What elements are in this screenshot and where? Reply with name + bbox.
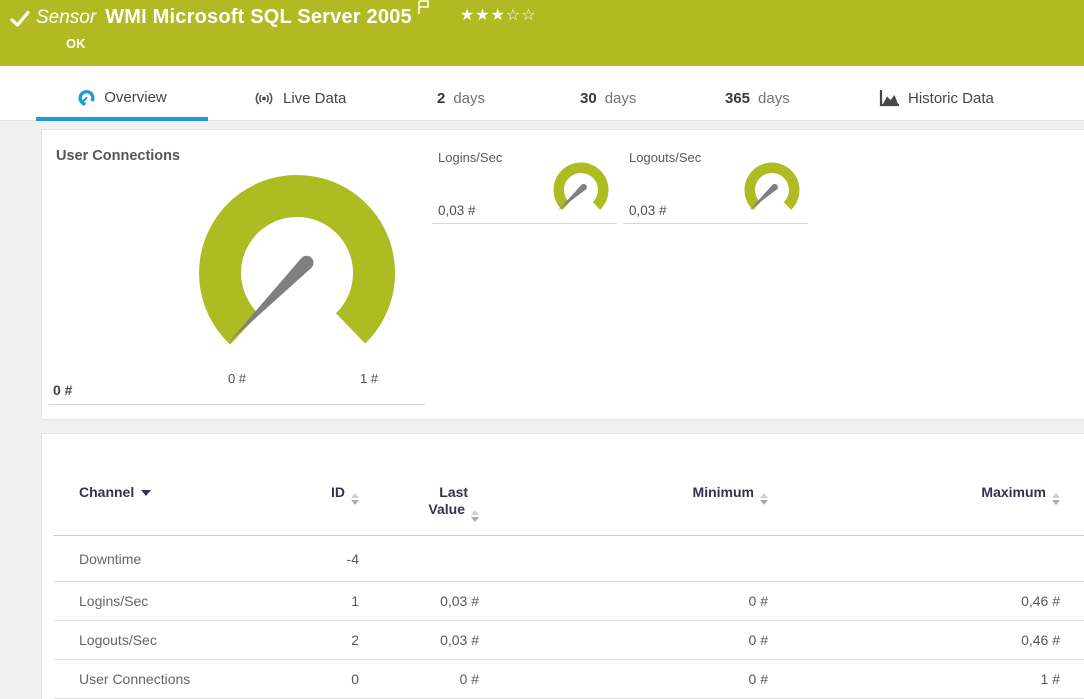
active-tab-underline: [36, 117, 208, 121]
column-header-channel[interactable]: Channel: [79, 484, 279, 521]
channel-last-value: 0,03 #: [359, 593, 479, 609]
gauge-icon: [77, 88, 96, 107]
table-row-logouts-sec[interactable]: Logouts/Sec 2 0,03 # 0 # 0,46 #: [42, 621, 1084, 659]
mini-gauge-logins: Logins/Sec 0,03 #: [432, 130, 617, 224]
channel-minimum: 0 #: [479, 671, 768, 687]
channel-id: 1: [279, 593, 359, 609]
table-row-user-connections[interactable]: User Connections 0 0 # 0 # 1 #: [42, 660, 1084, 698]
column-label: Last: [428, 484, 479, 501]
status-ok-check-icon: [10, 9, 30, 29]
gauge-scale-min: 0 #: [217, 371, 257, 386]
broadcast-icon: [253, 90, 275, 107]
prtg-sensor-page: Sensor WMI Microsoft SQL Server 2005 ★★★…: [0, 0, 1084, 699]
tab-number: 365: [725, 90, 750, 107]
channel-last-value: 0,03 #: [359, 632, 479, 648]
primary-gauge-value: 0 #: [53, 382, 72, 398]
channel-minimum: 0 #: [479, 632, 768, 648]
sensor-title: WMI Microsoft SQL Server 2005: [105, 6, 412, 29]
sort-toggle-icon: [1052, 493, 1060, 505]
channel-id: 0: [279, 671, 359, 687]
priority-flag-icon[interactable]: [417, 0, 430, 15]
logouts-gauge: [742, 160, 804, 218]
column-header-id[interactable]: ID: [279, 484, 359, 521]
sensor-kind-label: Sensor: [36, 7, 96, 29]
channel-name: Logins/Sec: [79, 593, 279, 609]
tab-365-days[interactable]: 365 days: [725, 90, 790, 107]
tab-label: days: [605, 90, 637, 107]
tab-30-days[interactable]: 30 days: [580, 90, 636, 107]
user-connections-gauge: [142, 148, 462, 363]
gauge-scale-max: 1 #: [349, 371, 389, 386]
sensor-status-banner: Sensor WMI Microsoft SQL Server 2005 ★★★…: [0, 0, 1084, 66]
column-label: Value: [428, 501, 465, 517]
channel-maximum: 1 #: [768, 671, 1060, 687]
channel-name: User Connections: [79, 671, 279, 687]
channel-maximum: 0,46 #: [768, 593, 1060, 609]
sort-toggle-icon: [351, 493, 359, 505]
column-header-maximum[interactable]: Maximum: [768, 484, 1060, 521]
channel-last-value: 0 #: [359, 671, 479, 687]
priority-stars[interactable]: ★★★☆☆: [460, 5, 537, 25]
tab-label: days: [453, 90, 485, 107]
logins-gauge: [551, 160, 613, 218]
mini-gauge-value: 0,03 #: [629, 203, 667, 218]
column-header-minimum[interactable]: Minimum: [479, 484, 768, 521]
tab-historic-data[interactable]: Historic Data: [878, 89, 994, 107]
channel-id: 2: [279, 632, 359, 648]
sort-toggle-icon: [760, 493, 768, 505]
channel-name: Downtime: [79, 551, 279, 567]
column-label: Minimum: [693, 484, 754, 500]
sort-desc-icon: [141, 490, 151, 496]
divider: [432, 223, 617, 224]
sensor-status-text: OK: [66, 36, 86, 51]
table-header-row: Channel ID Last Value Minimum Maximum: [42, 434, 1084, 521]
tab-number: 30: [580, 90, 597, 107]
tab-label: Overview: [104, 89, 167, 106]
channel-name: Logouts/Sec: [79, 632, 279, 648]
column-label: Channel: [79, 484, 134, 500]
table-row-logins-sec[interactable]: Logins/Sec 1 0,03 # 0 # 0,46 #: [42, 582, 1084, 620]
tab-number: 2: [437, 90, 445, 107]
mini-gauge-title: Logouts/Sec: [629, 150, 701, 165]
column-label: Maximum: [981, 484, 1046, 500]
tab-label: days: [758, 90, 790, 107]
channel-maximum: 0,46 #: [768, 632, 1060, 648]
area-chart-icon: [878, 89, 900, 107]
column-header-last-value[interactable]: Last Value: [359, 484, 479, 521]
channel-minimum: 0 #: [479, 593, 768, 609]
channels-table-panel: Channel ID Last Value Minimum Maximum Do…: [41, 433, 1084, 699]
divider: [49, 404, 425, 405]
tab-label: Historic Data: [908, 90, 994, 107]
tab-label: Live Data: [283, 90, 346, 107]
mini-gauge-title: Logins/Sec: [438, 150, 502, 165]
sort-toggle-icon: [471, 510, 479, 522]
tab-live-data[interactable]: Live Data: [253, 90, 346, 107]
gauges-panel: User Connections 0 # 1 # 0 # Logins/Sec …: [41, 129, 1084, 420]
tab-2-days[interactable]: 2 days: [437, 90, 485, 107]
column-label: ID: [331, 484, 345, 500]
table-row-downtime[interactable]: Downtime -4: [42, 536, 1084, 581]
divider: [623, 223, 808, 224]
channel-id: -4: [279, 551, 359, 567]
tab-overview[interactable]: Overview: [36, 88, 208, 107]
mini-gauge-logouts: Logouts/Sec 0,03 #: [623, 130, 808, 224]
mini-gauge-value: 0,03 #: [438, 203, 476, 218]
tab-bar: Overview Live Data 2 days 30 days 365 da…: [0, 66, 1084, 121]
